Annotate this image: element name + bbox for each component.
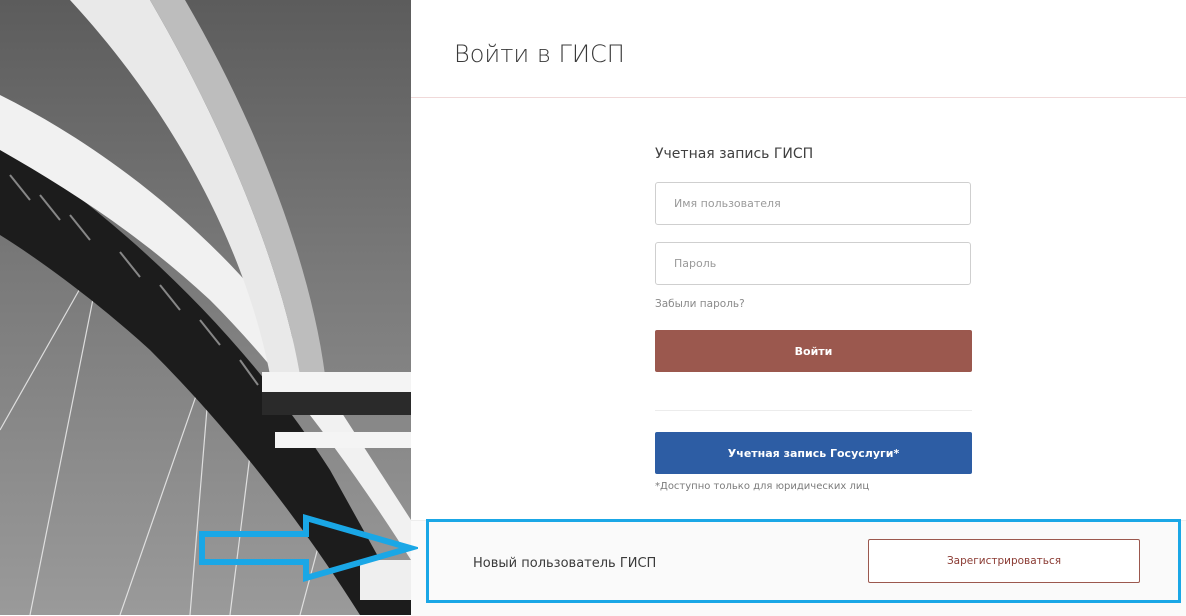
username-input[interactable]: [656, 183, 970, 224]
username-field[interactable]: [655, 182, 971, 225]
forgot-password-link[interactable]: Забыли пароль?: [655, 298, 745, 310]
password-input[interactable]: [656, 243, 970, 284]
bridge-photo: [0, 0, 411, 615]
gosuslugi-note: *Доступно только для юридических лиц: [655, 481, 870, 492]
login-section-title: Учетная запись ГИСП: [655, 146, 814, 162]
register-row: Новый пользователь ГИСП Зарегистрировать…: [411, 520, 1186, 616]
password-field[interactable]: [655, 242, 971, 285]
page-title: Войти в ГИСП: [454, 40, 625, 68]
new-user-label: Новый пользователь ГИСП: [473, 556, 657, 571]
bridge-arch-illustration: [0, 0, 411, 615]
register-button[interactable]: Зарегистрироваться: [868, 539, 1140, 583]
login-button[interactable]: Войти: [655, 330, 972, 372]
login-panel: Войти в ГИСП Учетная запись ГИСП Забыли …: [411, 0, 1186, 616]
page-header: Войти в ГИСП: [411, 0, 1186, 98]
divider: [655, 410, 972, 411]
gosuslugi-login-button[interactable]: Учетная запись Госуслуги*: [655, 432, 972, 474]
